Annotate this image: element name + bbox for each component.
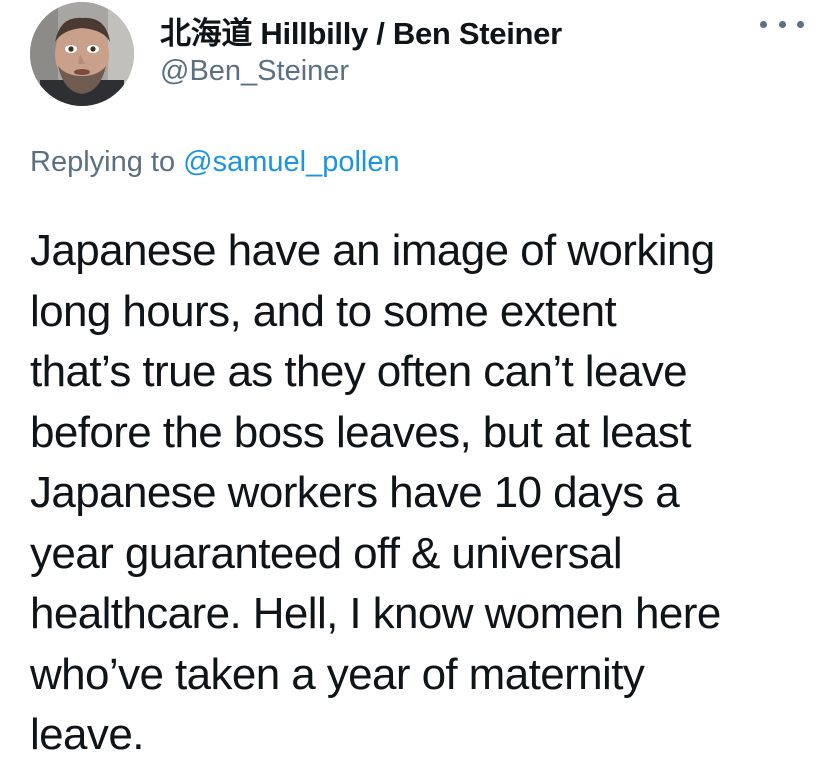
tweet-text-line: Japanese workers have 10 days a	[30, 468, 680, 517]
tweet-card: 北海道 Hillbilly / Ben Steiner @Ben_Steiner…	[0, 0, 834, 770]
tweet-text-line: year guaranteed off & universal	[30, 528, 623, 578]
replying-to: Replying to @samuel_pollen	[30, 146, 400, 179]
tweet-text-line: who’ve taken a year of maternity	[30, 649, 645, 699]
more-dot	[760, 20, 767, 28]
tweet-text-line: healthcare. Hell, I know women here	[30, 589, 721, 638]
author-handle[interactable]: @Ben_Steiner	[160, 55, 349, 88]
tweet-text: Japanese have an image of working long h…	[30, 221, 820, 766]
tweet-text-line: Japanese have an image of working	[30, 226, 715, 275]
more-dot	[797, 20, 804, 28]
reply-prefix: Replying to	[30, 146, 176, 178]
avatar-image	[30, 2, 134, 106]
more-horizontal-icon[interactable]	[760, 10, 804, 38]
avatar[interactable]	[30, 2, 134, 106]
more-dot	[778, 20, 786, 28]
tweet-text-line: before the boss leaves, but at least	[30, 407, 691, 457]
author-name[interactable]: 北海道 Hillbilly / Ben Steiner	[160, 8, 562, 53]
reply-mention-link[interactable]: @samuel_pollen	[183, 146, 399, 178]
tweet-text-line: that’s true as they often can’t leave	[30, 347, 688, 396]
tweet-text-line: long hours, and to some extent	[30, 286, 617, 336]
tweet-text-line: leave.	[30, 710, 144, 759]
